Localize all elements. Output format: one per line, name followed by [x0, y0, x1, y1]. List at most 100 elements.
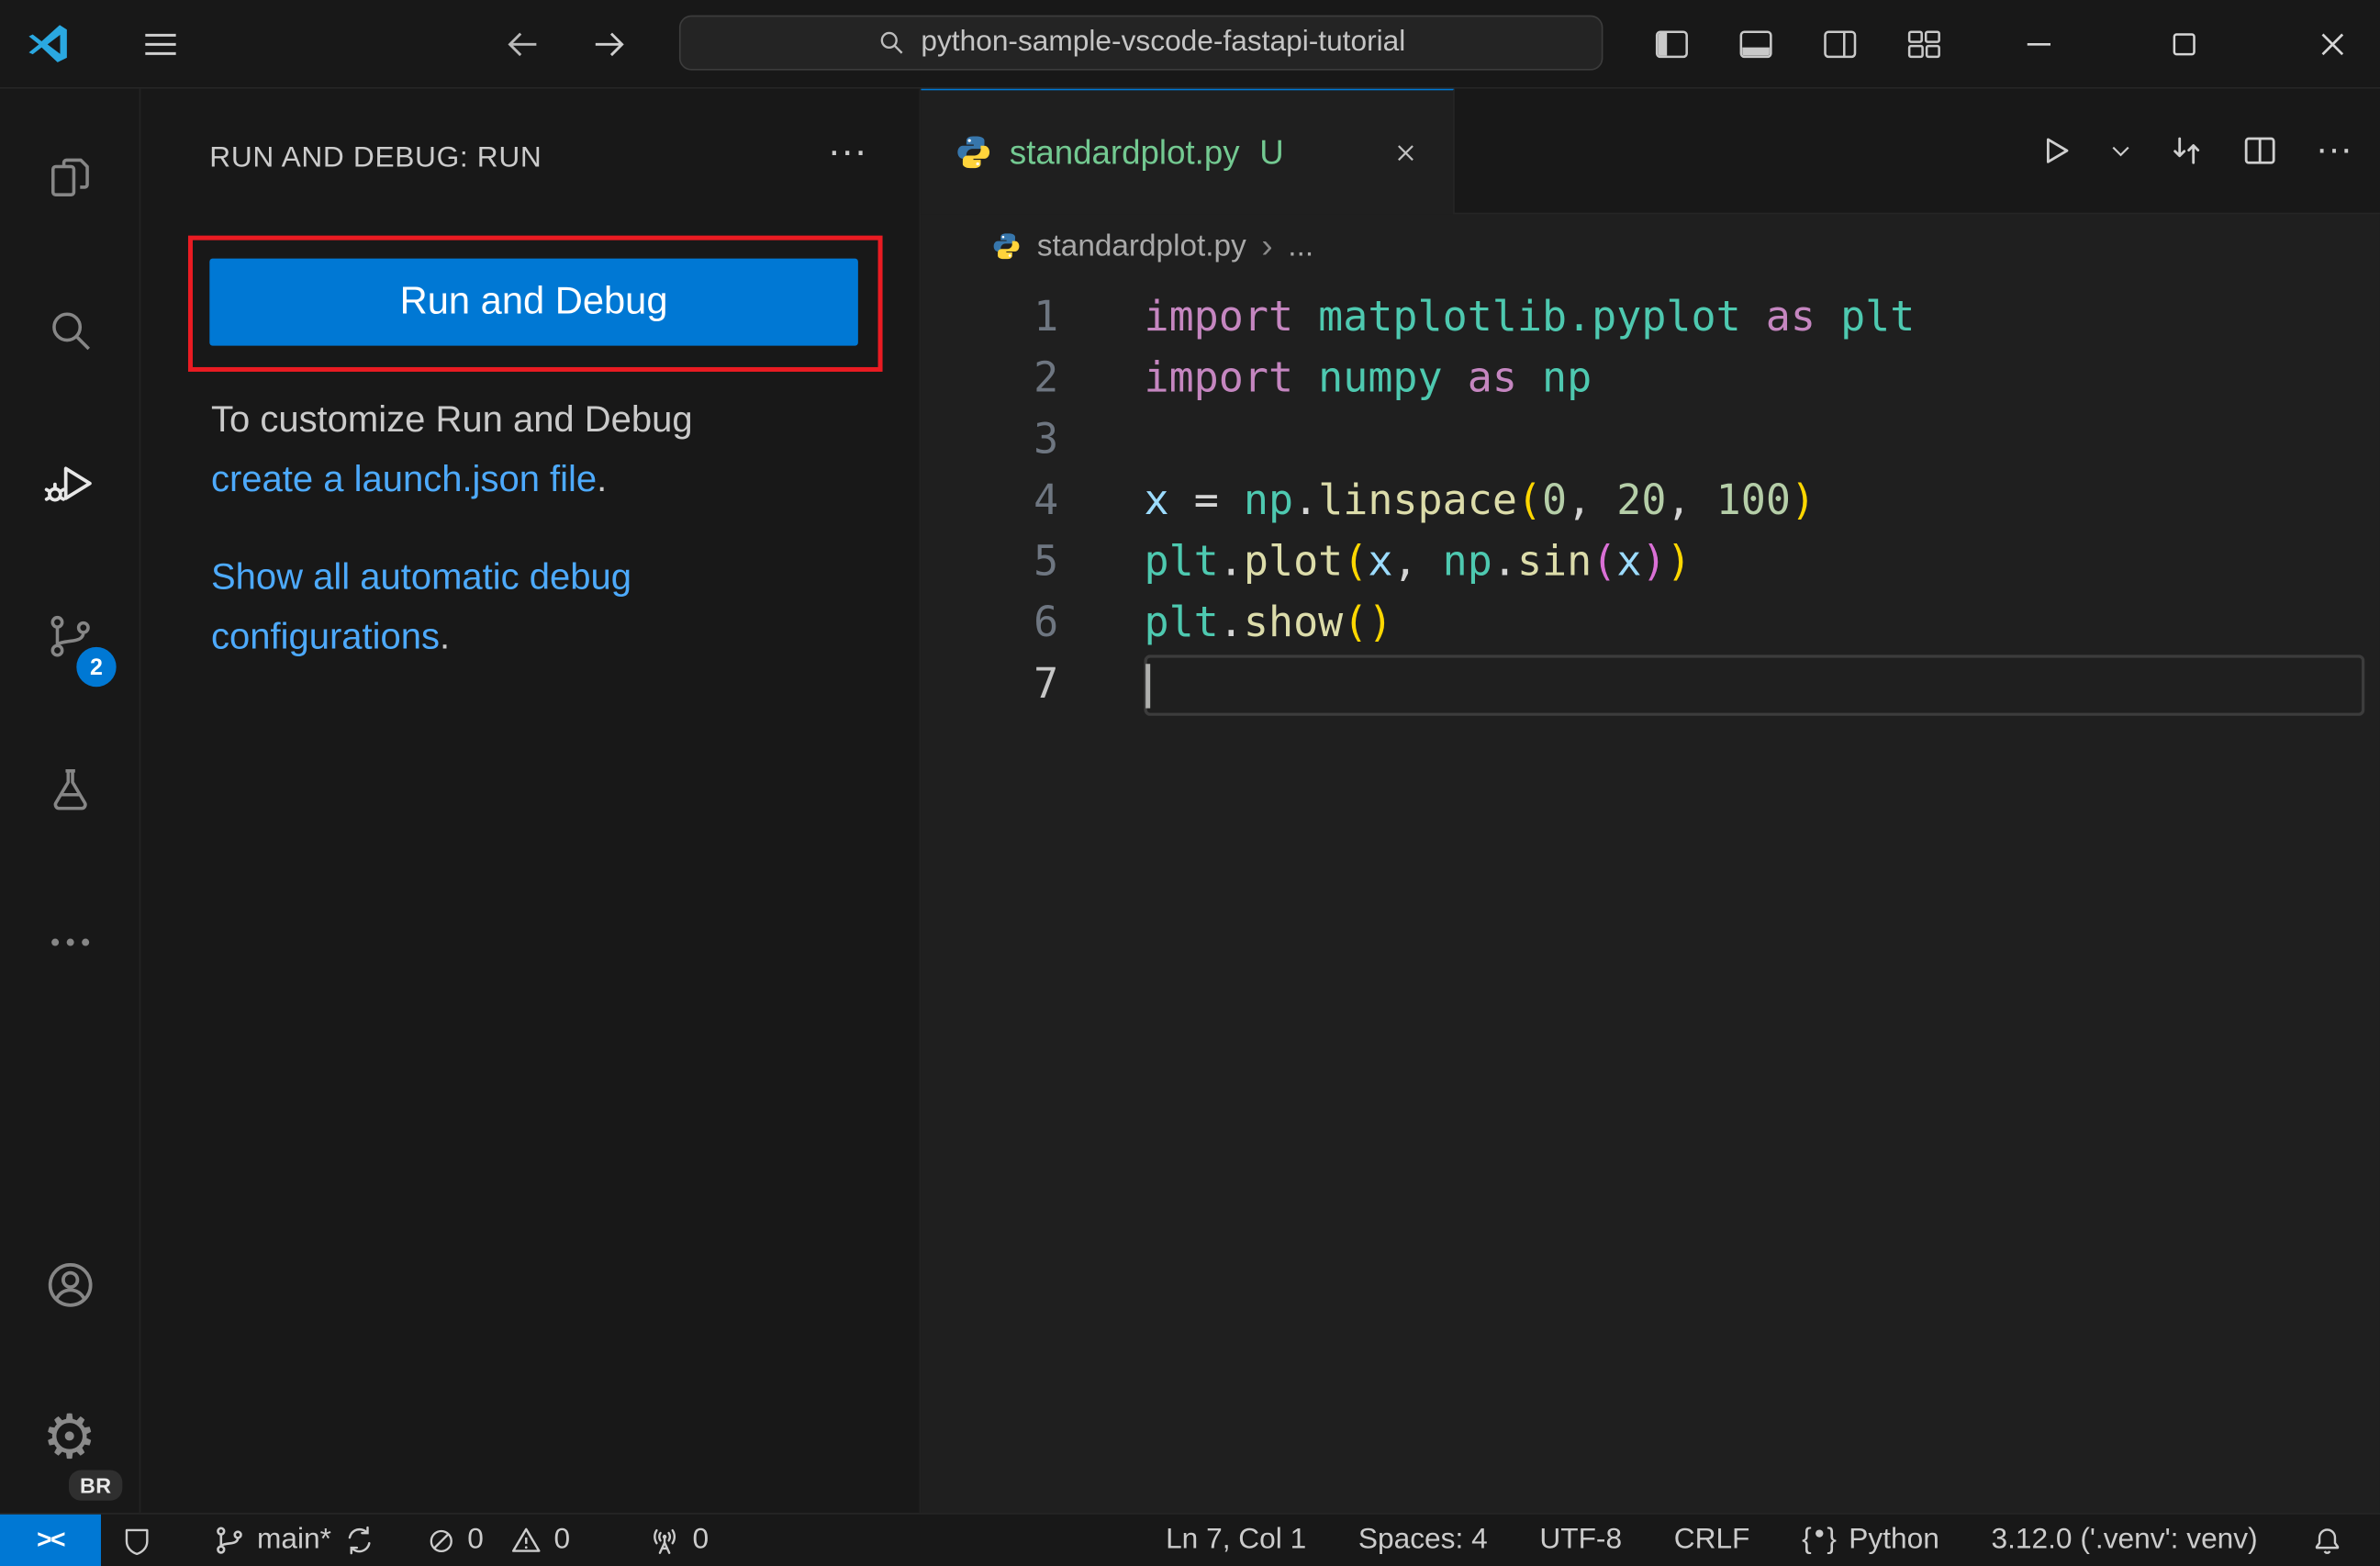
source-control-badge: 2 — [76, 646, 117, 688]
errors-icon — [425, 1525, 457, 1557]
remote-icon: >< — [37, 1525, 65, 1555]
python-interpreter-item[interactable]: 3.12.0 ('.venv': venv) — [1965, 1515, 2284, 1566]
code-line-7[interactable]: 7 — [921, 654, 2380, 716]
vscode-window: python-sample-vscode-fastapi-tutorial 2 … — [0, 0, 2380, 1566]
code-line-4[interactable]: 4 x = np.linspace(0, 20, 100) — [921, 471, 2380, 532]
encoding-item[interactable]: UTF-8 — [1514, 1515, 1648, 1566]
line-text[interactable] — [1145, 410, 2365, 472]
workspace-trust-item[interactable] — [101, 1515, 173, 1566]
sidebar-item-explorer[interactable] — [0, 101, 140, 254]
back-arrow-icon[interactable] — [489, 0, 556, 87]
sidebar-item-search[interactable] — [0, 254, 140, 408]
eol-item[interactable]: CRLF — [1648, 1515, 1775, 1566]
search-icon — [877, 28, 907, 58]
forward-arrow-icon[interactable] — [575, 0, 642, 87]
search-icon — [43, 305, 95, 357]
tab-close-icon[interactable] — [1382, 129, 1428, 175]
line-text[interactable]: plt.show() — [1145, 594, 2365, 655]
line-number: 5 — [1034, 538, 1059, 587]
language-label: Python — [1849, 1523, 1939, 1556]
language-mode-item[interactable]: {} Python — [1776, 1515, 1965, 1566]
beaker-icon — [43, 764, 95, 816]
maximize-button[interactable] — [2139, 0, 2230, 87]
files-icon — [43, 151, 95, 204]
panel-more-actions-icon[interactable]: ··· — [828, 130, 867, 170]
line-text[interactable]: x = np.linspace(0, 20, 100) — [1145, 471, 2365, 532]
panel-title: RUN AND DEBUG: RUN — [209, 141, 542, 174]
code-line-3[interactable]: 3 — [921, 410, 2380, 472]
text-cursor — [1145, 664, 1151, 709]
braces-icon: {} — [1802, 1523, 1838, 1556]
line-number: 7 — [1034, 660, 1059, 709]
run-python-file-icon[interactable] — [2028, 123, 2082, 176]
warnings-count: 0 — [553, 1523, 571, 1556]
bell-icon — [2309, 1523, 2344, 1558]
vscode-logo-icon — [25, 20, 73, 69]
sidebar-item-settings[interactable]: ⚙ BR — [0, 1361, 140, 1515]
toggle-panel-icon[interactable] — [1713, 0, 1797, 87]
customize-hint-line1: To customize Run and Debug — [210, 398, 693, 441]
branch-name: main* — [256, 1523, 331, 1556]
errors-count: 0 — [467, 1523, 484, 1556]
title-bar: python-sample-vscode-fastapi-tutorial — [0, 0, 2380, 89]
minimize-button[interactable] — [1993, 0, 2084, 87]
gear-icon: ⚙ — [41, 1404, 97, 1472]
line-number: 6 — [1034, 599, 1059, 647]
run-and-debug-panel: RUN AND DEBUG: RUN ··· Run and Debug To … — [140, 86, 922, 1515]
code-line-1[interactable]: 1 import matplotlib.pyplot as plt — [921, 287, 2380, 349]
ports-count: 0 — [692, 1523, 710, 1556]
create-launch-json-link[interactable]: create a launch.json file — [211, 459, 597, 500]
menu-icon[interactable] — [130, 0, 192, 87]
tab-standardplot[interactable]: standardplot.py U — [921, 86, 1455, 215]
customize-layout-icon[interactable] — [1882, 0, 1966, 87]
line-text[interactable] — [1145, 654, 2365, 716]
breadcrumb: standardplot.py › ... — [921, 214, 2380, 278]
sidebar-item-source-control[interactable]: 2 — [0, 560, 140, 713]
line-number: 3 — [1034, 416, 1059, 464]
status-bar: >< main* 0 0 0 Ln 7, Col 1 Spaces: 4 UTF… — [0, 1513, 2380, 1566]
run-debug-icon — [42, 456, 97, 511]
customize-hint-text: To customize Run and Debug create a laun… — [211, 390, 884, 509]
code-line-6[interactable]: 6 plt.show() — [921, 594, 2380, 655]
profile-badge: BR — [69, 1470, 123, 1501]
run-and-debug-button[interactable]: Run and Debug — [209, 258, 858, 346]
warnings-icon — [509, 1524, 543, 1558]
code-line-2[interactable]: 2 import numpy as np — [921, 349, 2380, 410]
command-center-search[interactable]: python-sample-vscode-fastapi-tutorial — [678, 15, 1603, 71]
run-dropdown-chevron-icon[interactable] — [2102, 130, 2140, 169]
tab-label: standardplot.py — [1009, 132, 1240, 171]
code-line-5[interactable]: 5 plt.plot(x, np.sin(x)) — [921, 532, 2380, 594]
remote-indicator[interactable]: >< — [0, 1514, 101, 1566]
show-auto-configs-link[interactable]: Show all automatic debug configurations — [211, 557, 631, 658]
editor-actions: ··· — [2028, 87, 2362, 213]
tab-bar: standardplot.py U ··· — [921, 86, 2380, 215]
sidebar-item-accounts[interactable] — [0, 1208, 140, 1361]
indentation-item[interactable]: Spaces: 4 — [1333, 1515, 1514, 1566]
line-text[interactable]: import numpy as np — [1145, 349, 2365, 410]
notifications-item[interactable] — [2284, 1515, 2371, 1566]
radio-tower-icon — [646, 1523, 681, 1558]
split-editor-icon[interactable] — [2233, 123, 2286, 176]
git-branch-icon — [213, 1524, 247, 1558]
ports-item[interactable]: 0 — [628, 1515, 727, 1566]
activity-bar: 2 ⚙ BR — [0, 86, 141, 1515]
status-right: Ln 7, Col 1 Spaces: 4 UTF-8 CRLF {} Pyth… — [1140, 1515, 2380, 1566]
sidebar-item-more[interactable] — [0, 866, 140, 1019]
breadcrumb-file[interactable]: standardplot.py — [1037, 229, 1246, 263]
git-branch-item[interactable]: main* — [195, 1515, 395, 1566]
editor-more-actions-icon[interactable]: ··· — [2307, 126, 2362, 174]
line-number: 1 — [1034, 293, 1059, 341]
python-file-icon — [991, 231, 1022, 262]
line-text[interactable]: import matplotlib.pyplot as plt — [1145, 287, 2365, 349]
breadcrumb-symbol-more[interactable]: ... — [1288, 229, 1313, 263]
toggle-sidebar-icon[interactable] — [1629, 0, 1714, 87]
open-changes-icon[interactable] — [2160, 123, 2213, 176]
sidebar-item-testing[interactable] — [0, 713, 140, 867]
toggle-secondary-sidebar-icon[interactable] — [1797, 0, 1882, 87]
sidebar-item-run-and-debug[interactable] — [0, 407, 140, 560]
close-button[interactable] — [2286, 0, 2378, 87]
line-text[interactable]: plt.plot(x, np.sin(x)) — [1145, 532, 2365, 594]
problems-item[interactable]: 0 0 — [407, 1515, 589, 1566]
breadcrumb-separator-icon: › — [1261, 226, 1273, 265]
cursor-position-item[interactable]: Ln 7, Col 1 — [1140, 1515, 1333, 1566]
